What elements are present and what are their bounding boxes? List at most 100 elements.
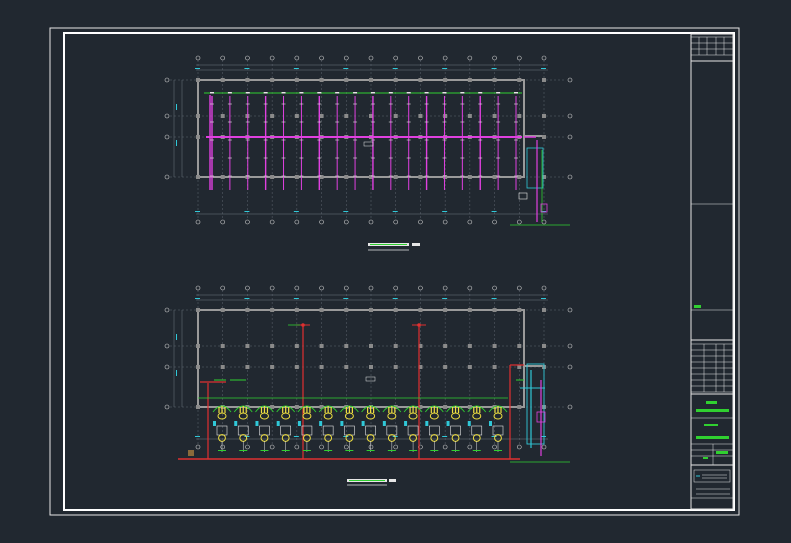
dimension-text: [541, 298, 546, 299]
structural-column: [418, 78, 423, 82]
structural-column: [517, 344, 522, 348]
structural-column: [443, 365, 448, 369]
dimension-text: [293, 211, 299, 212]
structural-column: [270, 308, 275, 312]
dimension-text: [293, 68, 299, 69]
fixture-label: [345, 450, 354, 451]
structural-column: [196, 344, 200, 348]
cyan-marker: [404, 421, 408, 426]
branch-tag: [353, 92, 358, 94]
structural-column: [517, 308, 522, 312]
structural-column: [467, 365, 472, 369]
structural-column: [220, 175, 225, 179]
structural-column: [294, 175, 299, 179]
structural-column: [319, 344, 324, 348]
structural-column: [517, 175, 522, 179]
branch-tag: [406, 92, 411, 94]
structural-column: [467, 175, 472, 179]
structural-column: [492, 344, 497, 348]
dimension-text: [343, 298, 349, 299]
structural-column: [344, 344, 349, 348]
branch-tag: [442, 92, 447, 94]
stamp-mark-green: [694, 305, 701, 308]
structural-column: [270, 175, 275, 179]
structural-column: [369, 344, 373, 348]
fixture-label: [366, 450, 375, 451]
dimension-text: [244, 298, 250, 299]
dimension-text: [176, 370, 177, 376]
branch-tag: [317, 92, 322, 94]
structural-column: [294, 405, 299, 409]
branch-tag: [335, 92, 340, 94]
structural-column: [344, 365, 349, 369]
structural-column: [393, 175, 398, 179]
dimension-text: [293, 436, 299, 437]
equipment-symbol: [188, 450, 194, 456]
field-green-bar: [703, 457, 708, 459]
structural-column: [418, 114, 423, 118]
structural-column: [344, 78, 349, 82]
dimension-text: [176, 140, 177, 146]
branch-tag: [388, 92, 393, 94]
structural-column: [196, 78, 200, 82]
structural-column: [319, 114, 324, 118]
fixture-label: [430, 450, 439, 451]
structural-column: [467, 308, 472, 312]
dimension-text: [195, 298, 200, 299]
fixture-label: [409, 450, 418, 451]
branch-tag: [460, 92, 465, 94]
cyan-marker: [234, 421, 238, 426]
dimension-text: [176, 334, 177, 340]
fixture-label: [451, 450, 460, 451]
structural-column: [369, 365, 373, 369]
branch-tag: [370, 92, 375, 94]
dimension-text: [293, 298, 299, 299]
cyan-marker: [467, 421, 471, 426]
branch-tag: [424, 92, 429, 94]
structural-column: [220, 308, 225, 312]
structural-column: [294, 308, 299, 312]
branch-tag: [210, 92, 214, 94]
structural-column: [319, 365, 324, 369]
structural-column: [542, 135, 546, 139]
branch-tag: [299, 92, 304, 94]
dimension-text: [442, 436, 448, 437]
structural-column: [467, 114, 472, 118]
cyan-marker: [489, 421, 492, 426]
structural-column: [245, 78, 250, 82]
dimension-text: [195, 68, 200, 69]
structural-column: [344, 308, 349, 312]
branch-tag: [514, 92, 518, 94]
structural-column: [294, 365, 299, 369]
fixture-label: [281, 450, 290, 451]
structural-column: [542, 175, 546, 179]
structural-column: [196, 308, 200, 312]
project-name-green-bar: [706, 401, 717, 404]
dimension-text: [195, 436, 200, 437]
structural-column: [393, 344, 398, 348]
fixture-label: [324, 450, 333, 451]
structural-column: [319, 175, 324, 179]
structural-column: [443, 405, 448, 409]
structural-column: [443, 175, 448, 179]
structural-column: [393, 308, 398, 312]
structural-column: [319, 308, 324, 312]
structural-column: [492, 175, 497, 179]
structural-column: [467, 78, 472, 82]
dimension-text: [244, 211, 250, 212]
cyan-marker: [276, 421, 280, 426]
dimension-text: [195, 211, 200, 212]
structural-column: [220, 344, 225, 348]
fixture-label: [302, 450, 311, 451]
structural-column: [517, 114, 522, 118]
dimension-text: [442, 211, 448, 212]
structural-column: [492, 365, 497, 369]
structural-column: [492, 114, 497, 118]
fixture-label: [494, 450, 502, 451]
structural-column: [270, 344, 275, 348]
structural-column: [542, 308, 546, 312]
project-name-green-bar: [696, 409, 729, 412]
structural-column: [270, 365, 275, 369]
cad-drawing-canvas[interactable]: [0, 0, 791, 543]
structural-column: [196, 175, 200, 179]
